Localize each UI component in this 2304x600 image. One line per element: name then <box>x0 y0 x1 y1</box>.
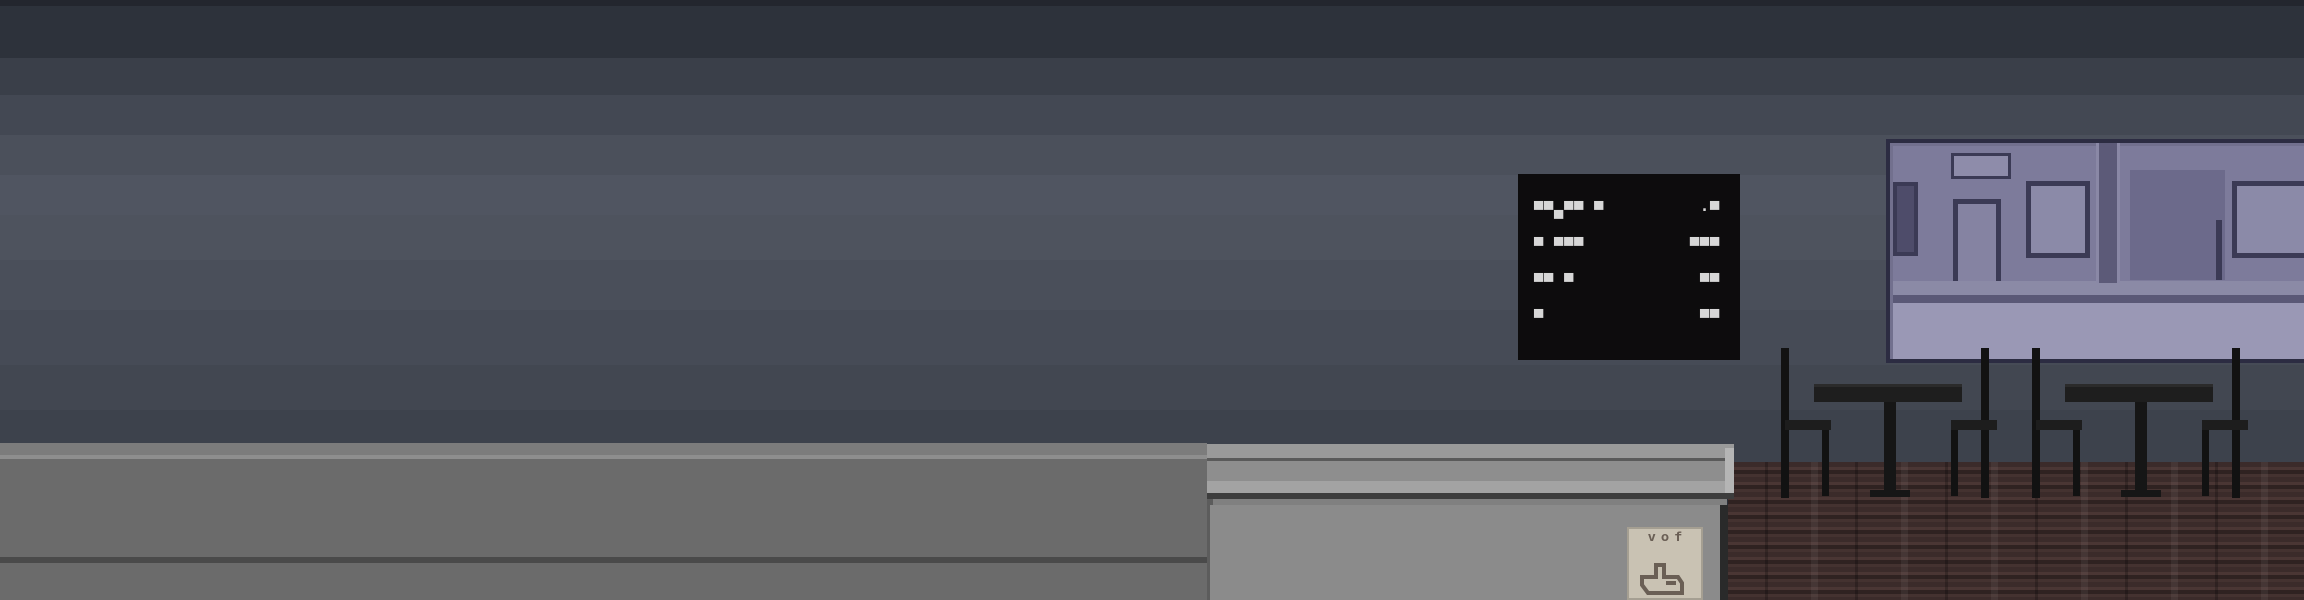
counter-left-edge <box>0 455 1207 459</box>
table-foot <box>2121 490 2161 497</box>
chair-seat <box>1785 420 1831 430</box>
menu-row: ▀▀ ▀ ▀▀ <box>1534 272 1720 308</box>
cafe-table[interactable] <box>1814 384 1962 402</box>
window-shop-pane-left <box>1893 182 1918 256</box>
menu-item-price: ·▀ <box>1699 201 1720 219</box>
game-scene[interactable]: ▀▀▄▀▀ ▀ ·▀ ▀ ▀▀▀ ▀▀▀ ▀▀ ▀ ▀▀ ▀ ▀▀ ᵛᵒᶠ <box>0 0 2304 600</box>
menu-row: ▀ ▀▀▀ ▀▀▀ <box>1534 236 1720 272</box>
chair-seat <box>1951 420 1997 430</box>
chair-leg <box>2202 430 2209 496</box>
counter-right-post <box>1725 448 1734 493</box>
menu-row: ▀ ▀▀ <box>1534 308 1720 344</box>
chair-leg <box>1822 430 1829 496</box>
counter-right-lip <box>1207 444 1734 461</box>
menu-item-name: ▀ <box>1534 309 1545 327</box>
chair-seat <box>2202 420 2248 430</box>
chair-leg <box>1951 430 1958 496</box>
menu-item-price: ▀▀▀ <box>1689 237 1720 255</box>
counter-note-text: ᵛᵒᶠ <box>1645 529 1685 554</box>
hand-pointer-icon <box>1640 563 1684 595</box>
window-pillar <box>2096 143 2120 283</box>
window-shop-pane-middle <box>2026 181 2090 258</box>
counter-right-side <box>1720 505 1728 600</box>
menu-item-price: ▀▀ <box>1699 273 1720 291</box>
window-sidewalk <box>1893 281 2304 295</box>
chair-leg <box>2073 430 2080 496</box>
window-shop-door <box>1953 199 2001 281</box>
counter-right-shadow <box>1207 493 1734 499</box>
floor-grain <box>1728 462 2304 600</box>
chalkboard-menu[interactable]: ▀▀▄▀▀ ▀ ·▀ ▀ ▀▀▀ ▀▀▀ ▀▀ ▀ ▀▀ ▀ ▀▀ <box>1518 174 1740 360</box>
counter-left <box>0 443 1207 600</box>
counter-left-seam <box>0 557 1207 563</box>
table-stem <box>1884 402 1896 490</box>
chair-seat <box>2036 420 2082 430</box>
window-street <box>1893 303 2304 359</box>
menu-row: ▀▀▄▀▀ ▀ ·▀ <box>1534 200 1720 236</box>
window-curb <box>1893 295 2304 303</box>
cafe-table[interactable] <box>2065 384 2213 402</box>
counter-right-edge <box>1207 481 1732 493</box>
menu-item-name: ▀▀▄▀▀ ▀ <box>1534 201 1605 219</box>
counter-right-top <box>1207 461 1727 481</box>
table-foot <box>1870 490 1910 497</box>
window-lamp-post <box>2216 220 2222 280</box>
window-shop-pane-right <box>2232 181 2304 258</box>
window-shop-sign <box>1951 153 2011 179</box>
menu-item-name: ▀▀ ▀ <box>1534 273 1575 291</box>
window-tree-shadow <box>2130 170 2225 280</box>
menu-item-name: ▀ ▀▀▀ <box>1534 237 1585 255</box>
menu-item-price: ▀▀ <box>1699 309 1720 327</box>
table-stem <box>2135 402 2147 490</box>
